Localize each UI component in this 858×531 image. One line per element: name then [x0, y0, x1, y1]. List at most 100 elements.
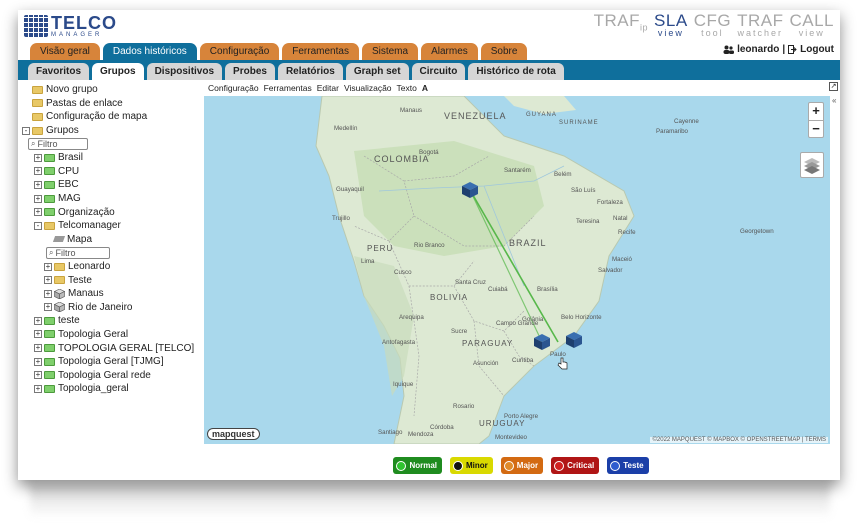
legend-minor-button[interactable]: Minor	[450, 457, 493, 474]
telco-manager-logo[interactable]: TELCO MANAGER	[24, 14, 117, 38]
tree-item-grupos[interactable]: - Grupos	[18, 124, 202, 138]
city-label-trujillo: Trujillo	[332, 215, 351, 222]
product-traf-ip[interactable]: TRAFip	[594, 12, 648, 38]
top-tab-alarmes[interactable]: Alarmes	[421, 43, 478, 60]
tree-item-ebc[interactable]: + EBC	[18, 178, 202, 192]
expand-icon[interactable]: +	[34, 194, 42, 203]
top-tab-sobre[interactable]: Sobre	[480, 43, 528, 60]
map-canvas[interactable]: VENEZUELACOLOMBIABRAZILPERUBOLIVIAPARAGU…	[204, 96, 830, 444]
tree-item-teste[interactable]: + teste	[18, 314, 202, 328]
expand-icon[interactable]: +	[34, 384, 42, 393]
tree-item-organizacao[interactable]: + Organização	[18, 205, 202, 219]
telcomanager-filter-input[interactable]: ⌕ Filtro	[46, 246, 110, 259]
logout-icon[interactable]	[788, 45, 797, 54]
zoom-in-button[interactable]: +	[809, 103, 823, 120]
tree-item-topologia-geral[interactable]: + Topologia_geral	[18, 382, 202, 396]
expand-icon[interactable]: +	[34, 153, 42, 162]
status-dot-icon	[503, 460, 514, 471]
legend-teste-button[interactable]: Teste	[607, 457, 649, 474]
tree-item-telcomanager[interactable]: - Telcomanager	[18, 219, 202, 233]
expand-icon[interactable]: +	[44, 276, 52, 285]
collapse-icon[interactable]: -	[22, 126, 30, 135]
menu-texto[interactable]: Texto	[397, 83, 417, 93]
collapse-panel-icon[interactable]: «	[832, 96, 840, 106]
tree-item-teste[interactable]: + Teste	[18, 273, 202, 287]
layers-button[interactable]	[800, 152, 824, 178]
expand-icon[interactable]: +	[34, 208, 42, 217]
top-tab-visao-geral[interactable]: Visão geral	[30, 43, 100, 60]
expand-icon[interactable]: +	[34, 371, 42, 380]
tree-item-label: Leonardo	[68, 261, 111, 273]
collapse-icon[interactable]: -	[34, 221, 42, 230]
legend-major-button[interactable]: Major	[500, 457, 544, 474]
expand-icon[interactable]: +	[34, 357, 42, 366]
legend-normal-button[interactable]: Normal	[393, 457, 442, 474]
menu-visualizacao[interactable]: Visualização	[344, 83, 392, 93]
tree-item-topologia-geral-tjmg[interactable]: + Topologia Geral [TJMG]	[18, 355, 202, 369]
menu-configuracao[interactable]: Configuração	[208, 83, 259, 93]
expand-icon[interactable]: +	[34, 344, 42, 353]
tree-item-manaus[interactable]: + Manaus	[18, 287, 202, 301]
username[interactable]: leonardo	[737, 44, 779, 55]
tree-item-topologia-geral-rede[interactable]: + Topologia Geral rede	[18, 368, 202, 382]
sub-tab-relatorios[interactable]: Relatórios	[277, 63, 343, 80]
groups-filter-input[interactable]: ⌕ Filtro	[28, 138, 88, 151]
map-attribution[interactable]: ©2022 MAPQUEST © MAPBOX © OPENSTREETMAP …	[650, 437, 828, 443]
product-call-view[interactable]: CALL view	[789, 12, 834, 38]
logout-link[interactable]: Logout	[800, 44, 834, 55]
tree-item-mapa[interactable]: Mapa	[18, 233, 202, 247]
tree-item-topologia-geral-telco[interactable]: + TOPOLOGIA GERAL [TELCO]	[18, 341, 202, 355]
city-label-guayaquil: Guayaquil	[336, 186, 364, 193]
tree-item-rio-de-janeiro[interactable]: + Rio de Janeiro	[18, 301, 202, 315]
menu-editar[interactable]: Editar	[317, 83, 339, 93]
legend-critical-button[interactable]: Critical	[551, 457, 600, 474]
mapquest-logo[interactable]: mapquest	[207, 428, 260, 440]
folder-icon	[44, 167, 55, 176]
tree-item-label: Pastas de enlace	[46, 97, 123, 109]
expand-icon[interactable]: +	[34, 330, 42, 339]
product-sla-view[interactable]: SLA view	[654, 12, 688, 38]
expand-icon[interactable]: +	[34, 167, 42, 176]
logo-main-text: TELCO	[51, 13, 117, 33]
menu-ferramentas[interactable]: Ferramentas	[264, 83, 312, 93]
tree-item-topologia-geral[interactable]: + Topologia Geral	[18, 328, 202, 342]
tree-item-mag[interactable]: + MAG	[18, 192, 202, 206]
folder-icon	[44, 194, 55, 203]
map-view[interactable]: VENEZUELA COLOMBIA BRAZIL PERU BOLIVIA PARAGU…	[204, 96, 830, 444]
expand-icon[interactable]: +	[34, 180, 42, 189]
expand-icon[interactable]: +	[44, 303, 52, 312]
tree-item-configuracao-de-mapa[interactable]: Configuração de mapa	[18, 110, 202, 124]
sub-tab-favoritos[interactable]: Favoritos	[28, 63, 90, 80]
folder-icon	[44, 384, 55, 393]
product-main-text: TRAF	[593, 11, 641, 30]
sub-tab-circuito[interactable]: Circuito	[411, 63, 466, 80]
top-tab-dados-historicos[interactable]: Dados históricos	[102, 43, 197, 60]
tree-item-pastas-de-enlace[interactable]: Pastas de enlace	[18, 97, 202, 111]
top-tab-ferramentas[interactable]: Ferramentas	[282, 43, 359, 60]
product-name: TRAF	[737, 12, 783, 29]
country-label-uruguay: URUGUAY	[479, 419, 525, 428]
expand-icon[interactable]: +	[44, 289, 52, 298]
expand-icon[interactable]: +	[44, 262, 52, 271]
tree-item-label: Rio de Janeiro	[68, 301, 133, 313]
groups-filter-input-row: ⌕ Filtro	[18, 137, 202, 151]
sub-tab-probes[interactable]: Probes	[225, 63, 275, 80]
sub-tab-graph-set[interactable]: Graph set	[345, 63, 409, 80]
menu-a[interactable]: A	[422, 83, 428, 93]
tree-item-label: Topologia Geral [TJMG]	[58, 356, 164, 368]
tree-item-brasil[interactable]: + Brasil	[18, 151, 202, 165]
top-tab-configuracao[interactable]: Configuração	[199, 43, 280, 60]
sub-tab-dispositivos[interactable]: Dispositivos	[146, 63, 223, 80]
tree-item-cpu[interactable]: + CPU	[18, 165, 202, 179]
product-traf-watcher[interactable]: TRAF watcher	[737, 12, 783, 38]
sub-tab-historico-de-rota[interactable]: Histórico de rota	[468, 63, 564, 80]
zoom-out-button[interactable]: −	[809, 120, 823, 137]
expand-icon[interactable]: +	[34, 316, 42, 325]
telcomanager-filter-input-row: ⌕ Filtro	[18, 246, 202, 260]
sub-tab-grupos[interactable]: Grupos	[92, 63, 144, 80]
product-cfg-tool[interactable]: CFG tool	[694, 12, 731, 38]
tree-item-leonardo[interactable]: + Leonardo	[18, 260, 202, 274]
top-tab-sistema[interactable]: Sistema	[361, 43, 419, 60]
tree-item-novo-grupo[interactable]: Novo grupo	[18, 83, 202, 97]
open-external-icon[interactable]: ↗	[829, 82, 838, 91]
